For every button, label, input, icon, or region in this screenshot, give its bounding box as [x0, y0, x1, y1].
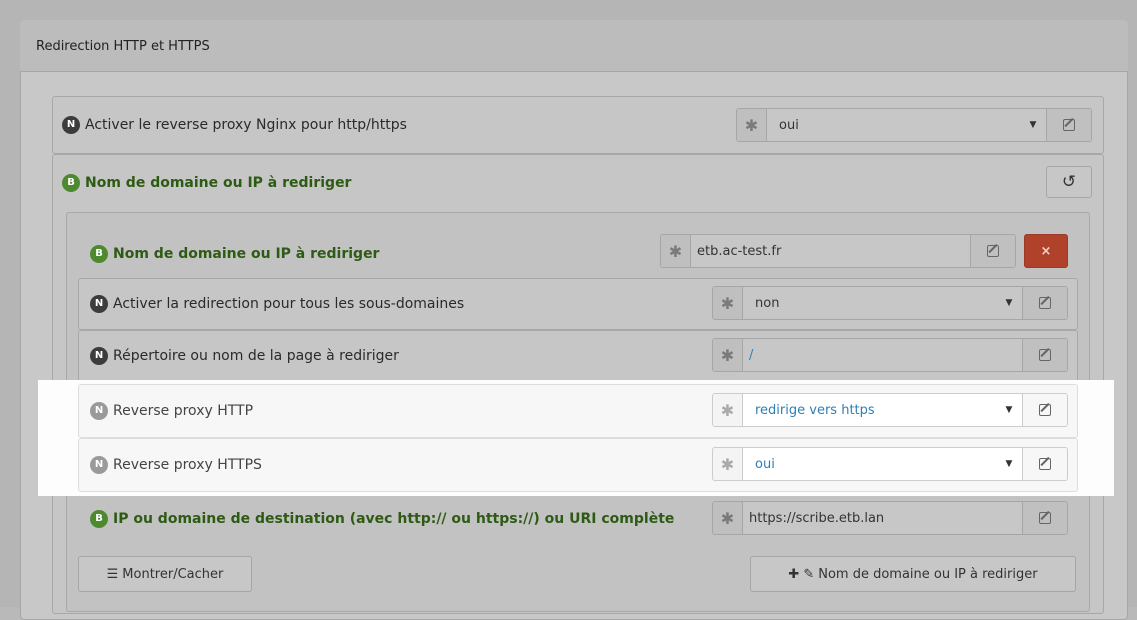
edit-icon[interactable] — [1022, 502, 1067, 534]
basic-badge-icon: B — [90, 510, 108, 528]
add-domain-button[interactable]: ✚ ✎ Nom de domaine ou IP à rediriger — [750, 556, 1076, 592]
edit-icon[interactable] — [970, 235, 1015, 267]
panel-title: Redirection HTTP et HTTPS — [36, 39, 210, 54]
enable-proxy-label: N Activer le reverse proxy Nginx pour htt… — [62, 116, 407, 134]
domain-input[interactable]: ✱ etb.ac-test.fr — [660, 234, 1016, 268]
highlight-band: N Reverse proxy HTTP ✱ redirige vers http… — [38, 380, 1114, 496]
tag-icon: ✎ — [803, 566, 815, 582]
subdomains-label: N Activer la redirection pour tous les so… — [90, 295, 464, 313]
normal-badge-icon: N — [90, 347, 108, 365]
destination-label: B IP ou domaine de destination (avec http… — [90, 510, 674, 528]
basic-badge-icon: B — [62, 174, 80, 192]
caret-down-icon: ▼ — [1005, 405, 1013, 415]
normal-badge-icon: N — [90, 456, 108, 474]
asterisk-icon: ✱ — [713, 339, 743, 371]
https-label: N Reverse proxy HTTPS — [90, 456, 262, 474]
http-label: N Reverse proxy HTTP — [90, 402, 253, 420]
plus-icon: ✚ — [788, 566, 800, 582]
show-hide-button[interactable]: ☰ Montrer/Cacher — [78, 556, 252, 592]
https-select[interactable]: ✱ oui ▼ — [712, 447, 1068, 481]
asterisk-icon: ✱ — [737, 109, 767, 141]
http-select[interactable]: ✱ redirige vers https ▼ — [712, 393, 1068, 427]
edit-icon[interactable] — [1022, 394, 1067, 426]
enable-proxy-select[interactable]: ✱ oui ▼ — [736, 108, 1092, 142]
basic-badge-icon: B — [90, 245, 108, 263]
destination-input[interactable]: ✱ https://scribe.etb.lan — [712, 501, 1068, 535]
delete-button[interactable]: × — [1024, 234, 1068, 268]
asterisk-icon: ✱ — [713, 394, 743, 426]
edit-icon[interactable] — [1022, 339, 1067, 371]
asterisk-icon: ✱ — [661, 235, 691, 267]
caret-down-icon: ▼ — [1005, 298, 1013, 308]
list-icon: ☰ — [106, 566, 119, 582]
page-input[interactable]: ✱ / — [712, 338, 1068, 372]
reset-button[interactable]: ↺ — [1046, 166, 1092, 198]
asterisk-icon: ✱ — [713, 448, 743, 480]
subdomains-select[interactable]: ✱ non ▼ — [712, 286, 1068, 320]
edit-icon[interactable] — [1022, 448, 1067, 480]
caret-down-icon: ▼ — [1029, 120, 1037, 130]
caret-down-icon: ▼ — [1005, 459, 1013, 469]
edit-icon[interactable] — [1022, 287, 1067, 319]
normal-badge-icon: N — [62, 116, 80, 134]
domain-group-label: B Nom de domaine ou IP à rediriger — [62, 174, 351, 192]
normal-badge-icon: N — [90, 402, 108, 420]
normal-badge-icon: N — [90, 295, 108, 313]
asterisk-icon: ✱ — [713, 502, 743, 534]
undo-icon: ↺ — [1061, 172, 1077, 192]
asterisk-icon: ✱ — [713, 287, 743, 319]
domain-label: B Nom de domaine ou IP à rediriger — [90, 245, 379, 263]
edit-icon[interactable] — [1046, 109, 1091, 141]
page-label: N Répertoire ou nom de la page à redirige… — [90, 347, 399, 365]
